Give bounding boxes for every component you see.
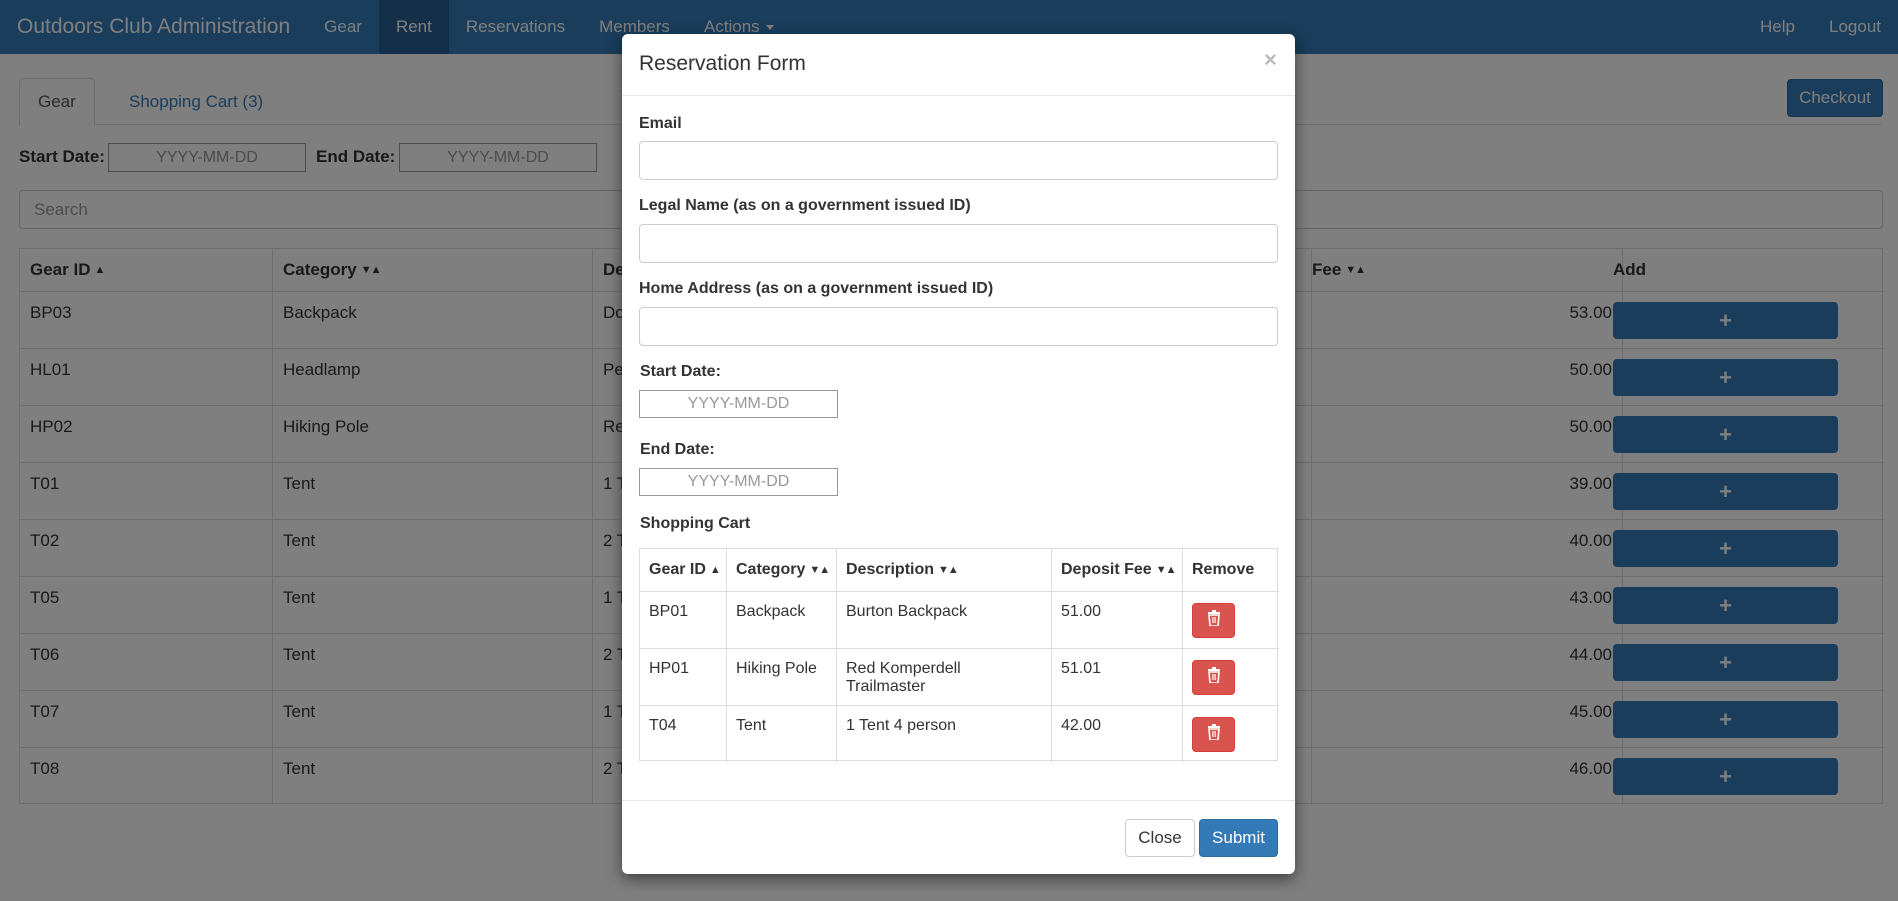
home-address-label: Home Address (as on a government issued …	[639, 280, 994, 297]
close-button[interactable]: Close	[1125, 819, 1195, 857]
cart-row: BP01 Backpack Burton Backpack 51.00	[640, 591, 1279, 649]
sort-icon: ▼▲	[938, 564, 959, 576]
header-label: Gear ID	[649, 561, 706, 578]
shopping-cart-table: Gear ID ▲ Category ▼▲ Description ▼▲ Deposi…	[639, 548, 1279, 763]
cell-description: Red Komperdell Trailmaster	[837, 649, 1052, 706]
cart-header-gear-id[interactable]: Gear ID ▲	[640, 549, 727, 591]
remove-item-button[interactable]	[1192, 717, 1235, 752]
cell-deposit-fee: 51.01	[1052, 649, 1183, 706]
shopping-cart-label: Shopping Cart	[640, 515, 751, 532]
cart-header-description[interactable]: Description ▼▲	[837, 549, 1052, 591]
modal-header: Reservation Form ×	[622, 34, 1295, 96]
cell-remove	[1183, 592, 1279, 649]
email-field[interactable]	[639, 141, 1278, 180]
sort-asc-icon: ▲	[709, 564, 721, 576]
modal-end-date-label: End Date:	[640, 441, 715, 458]
cell-deposit-fee: 42.00	[1052, 706, 1183, 763]
trash-icon	[1207, 667, 1221, 688]
modal-footer: Close Submit	[622, 800, 1295, 874]
cell-gear-id: T04	[640, 706, 727, 763]
remove-item-button[interactable]	[1192, 660, 1235, 695]
cell-gear-id: BP01	[640, 592, 727, 649]
trash-icon	[1207, 610, 1221, 631]
header-label: Description	[846, 561, 935, 578]
legal-name-field[interactable]	[639, 224, 1278, 263]
cell-description: Burton Backpack	[837, 592, 1052, 649]
remove-item-button[interactable]	[1192, 603, 1235, 638]
trash-icon	[1207, 724, 1221, 745]
header-label: Deposit Fee	[1061, 561, 1152, 578]
cart-row: T04 Tent 1 Tent 4 person 42.00	[640, 705, 1279, 763]
cell-gear-id: HP01	[640, 649, 727, 706]
legal-name-label: Legal Name (as on a government issued ID…	[639, 197, 971, 214]
cart-header-category[interactable]: Category ▼▲	[727, 549, 837, 591]
modal-end-date-input[interactable]: YYYY-MM-DD	[639, 468, 838, 496]
cell-category: Hiking Pole	[727, 649, 837, 706]
modal-start-date-input[interactable]: YYYY-MM-DD	[639, 390, 838, 418]
cart-header-remove: Remove	[1192, 561, 1255, 578]
sort-icon: ▼▲	[1155, 564, 1177, 576]
modal-start-date-label: Start Date:	[640, 363, 721, 380]
cell-category: Backpack	[727, 592, 837, 649]
sort-icon: ▼▲	[809, 564, 830, 576]
email-label: Email	[639, 115, 682, 132]
cell-deposit-fee: 51.00	[1052, 592, 1183, 649]
home-address-field[interactable]	[639, 307, 1278, 346]
header-label: Category	[736, 561, 806, 578]
modal-title: Reservation Form	[639, 52, 806, 75]
cart-header-deposit-fee[interactable]: Deposit Fee ▼▲	[1052, 549, 1183, 591]
submit-button[interactable]: Submit	[1199, 819, 1278, 857]
reservation-modal: Reservation Form × Email Legal Name (as …	[622, 34, 1295, 874]
cart-row: HP01 Hiking Pole Red Komperdell Trailmaste…	[640, 648, 1279, 706]
cell-remove	[1183, 649, 1279, 706]
cell-description: 1 Tent 4 person	[837, 706, 1052, 763]
cell-category: Tent	[727, 706, 837, 763]
cell-remove	[1183, 706, 1279, 763]
close-icon[interactable]: ×	[1264, 47, 1277, 73]
